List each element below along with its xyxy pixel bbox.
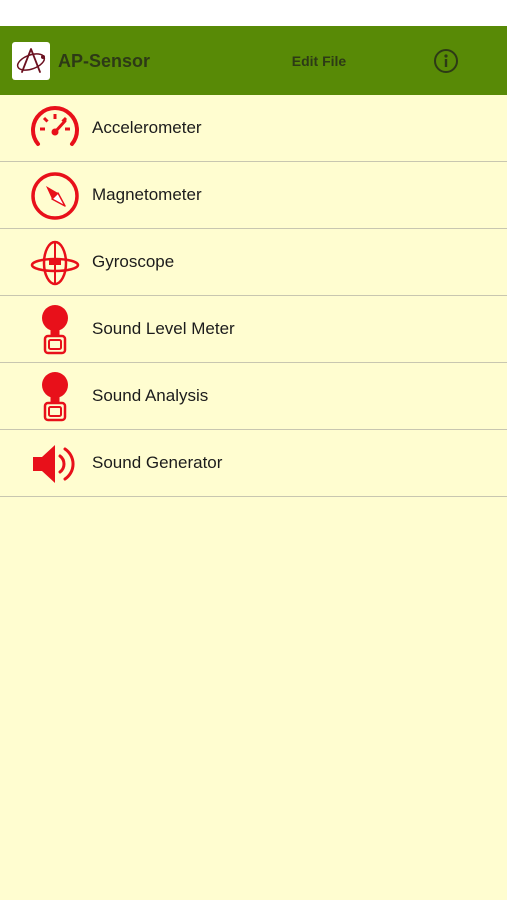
info-button[interactable] <box>432 47 460 75</box>
speedometer-icon <box>28 102 82 156</box>
atom-logo-icon <box>12 42 50 80</box>
sensor-item-sound-analysis[interactable]: Sound Analysis <box>0 363 507 430</box>
microphone-icon <box>28 303 82 357</box>
gyroscope-icon <box>28 236 82 290</box>
info-icon <box>434 49 458 73</box>
app-title: AP-Sensor <box>58 51 151 71</box>
status-bar <box>0 0 507 26</box>
sensor-label: Sound Generator <box>92 453 223 472</box>
sensor-label: Sound Level Meter <box>92 319 235 338</box>
navigation-bar: AP-Sensor Edit File <box>0 26 507 95</box>
sensor-label: Gyroscope <box>92 252 175 271</box>
compass-icon <box>28 169 82 223</box>
edit-file-button[interactable]: Edit File <box>285 50 353 72</box>
microphone-icon <box>28 370 82 424</box>
sensor-label: Accelerometer <box>92 118 202 137</box>
sensor-item-sound-generator[interactable]: Sound Generator <box>0 430 507 497</box>
sensor-item-accelerometer[interactable]: Accelerometer <box>0 95 507 162</box>
sensor-label: Sound Analysis <box>92 386 209 405</box>
sensor-item-magnetometer[interactable]: Magnetometer <box>0 162 507 229</box>
sensor-label: Magnetometer <box>92 185 202 204</box>
sensor-item-gyroscope[interactable]: Gyroscope <box>0 229 507 296</box>
sensor-list: Accelerometer Magnetometer Gyroscope Sou… <box>0 95 507 497</box>
speaker-icon <box>28 437 82 491</box>
sensor-item-sound-level-meter[interactable]: Sound Level Meter <box>0 296 507 363</box>
sensor-list-container: Accelerometer Magnetometer Gyroscope Sou… <box>0 95 507 900</box>
